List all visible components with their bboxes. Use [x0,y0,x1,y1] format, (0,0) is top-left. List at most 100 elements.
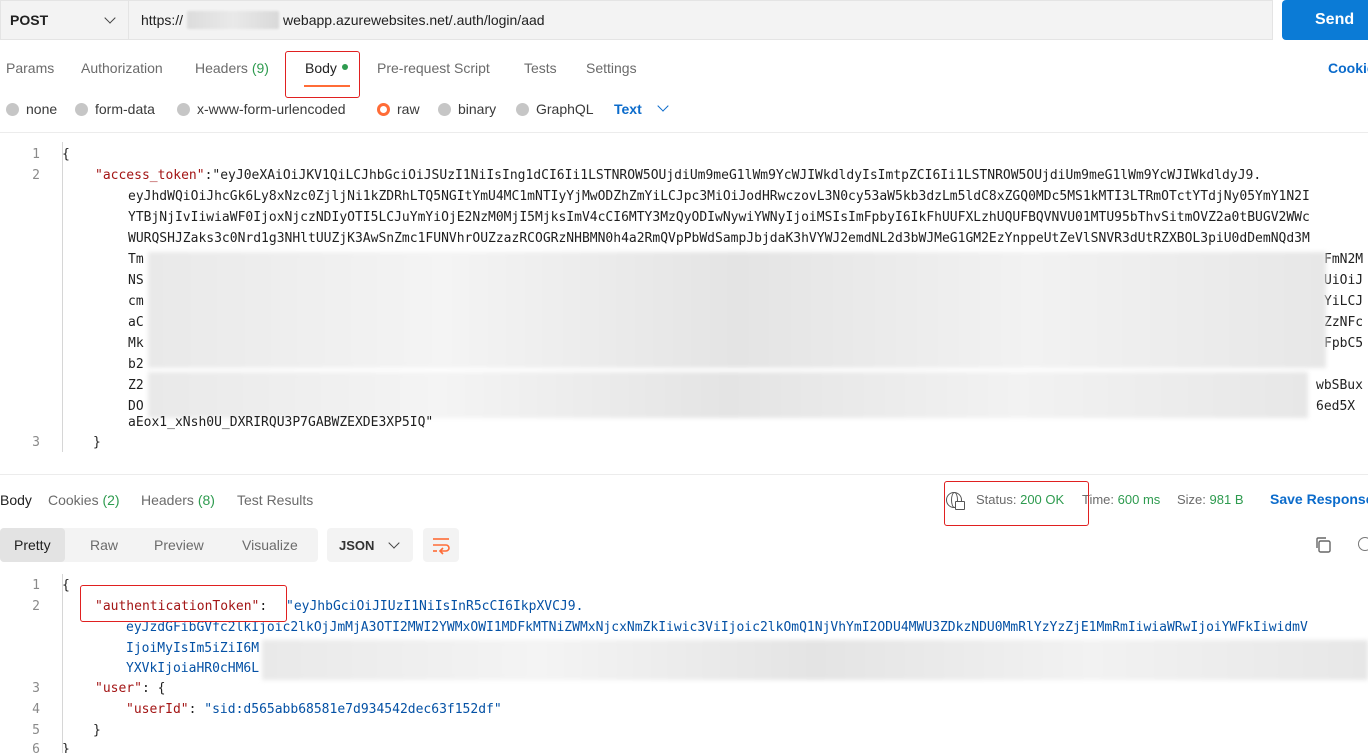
token-line: YTBjNjIvIiwiaWF0IjoxNjczNDIyOTI5LCJuYmYi… [128,210,1310,225]
radio-form-data-label: form-data [95,101,155,117]
authentication-token-value-start: "eyJhbGciOiJIUzI1NiIsInR5cCI6IkpXVCJ9. [286,599,584,614]
resp-tab-cookies-label: Cookies [48,492,99,508]
access-token-key: "access_token" [95,168,205,183]
send-button[interactable]: Send [1282,0,1368,40]
tab-headers[interactable]: Headers (9) [195,60,269,76]
user-id-key: "userId" [126,702,189,717]
tab-authorization[interactable]: Authorization [81,60,163,76]
resp-headers-count: (8) [197,492,215,508]
token-line-suffix: FmN2M [1324,252,1364,267]
tab-tests[interactable]: Tests [524,60,557,76]
line-number: 1 [32,578,40,593]
token-line-suffix: UiOiJ [1324,273,1364,288]
method-select[interactable]: POST [0,0,128,40]
token-line-prefix: NS [128,273,144,288]
response-format-dropdown[interactable]: JSON [327,528,413,562]
editor-gutter [62,574,63,753]
tab-pre-request-script[interactable]: Pre-request Script [377,60,490,76]
line-number: 3 [32,681,40,696]
token-line-prefix: cm [128,294,144,309]
body-mode-options: none form-data x-www-form-urlencoded raw… [0,96,1368,122]
url-input[interactable]: https:// webapp.azurewebsites.net/.auth/… [128,0,1273,40]
raw-type-label: Text [614,101,642,117]
response-format-label: JSON [339,537,375,553]
active-tab-underline [304,85,350,87]
radio-circle [177,102,190,116]
token-line: eyJzdGFibGVfc2lkIjoic2lkOjJmMjA3OTI2MWI2… [126,620,1308,635]
cookies-count: (2) [102,492,120,508]
time-value: 600 ms [1117,492,1161,507]
tab-params[interactable]: Params [6,60,54,76]
line-number: 2 [32,599,40,614]
divider [0,132,1368,133]
resp-tab-cookies[interactable]: Cookies (2) [48,492,120,508]
tab-settings[interactable]: Settings [586,60,637,76]
resp-tab-test-results[interactable]: Test Results [237,492,313,508]
url-suffix: webapp.azurewebsites.net/.auth/login/aad [283,12,545,28]
radio-none[interactable]: none [6,101,57,117]
token-line-prefix: DO [128,399,144,414]
redacted-region [148,252,1326,368]
status: Status: 200 OK [976,492,1064,507]
radio-form-data[interactable]: form-data [75,101,155,117]
wrap-lines-icon [433,538,450,555]
line-number: 6 [32,742,40,753]
status-label: Status: [976,492,1017,507]
token-line-prefix: Z2 [128,378,144,393]
radio-graphql-label: GraphQL [536,101,594,117]
token-line-suffix: ZzNFc [1324,315,1364,330]
request-token-line: "access_token":"eyJ0eXAiOiJKV1QiLCJhbGci… [95,168,1261,183]
radio-binary[interactable]: binary [438,101,496,117]
save-response-button[interactable]: Save Response [1270,491,1368,507]
headers-count: (9) [251,60,269,76]
line-number: 3 [32,435,40,450]
radio-raw-label: raw [397,101,420,117]
user-close: } [93,723,101,738]
auth-token-line: "authenticationToken": [95,599,275,614]
radio-graphql[interactable]: GraphQL [516,101,594,117]
url-bar: POST https:// webapp.azurewebsites.net/.… [0,0,1368,42]
chevron-down-icon [104,12,116,24]
size-value: 981 B [1209,492,1244,507]
radio-circle [75,102,88,116]
user-id-line: "userId": "sid:d565abb68581e7d934542dec6… [126,702,502,717]
globe-lock-icon[interactable] [946,492,965,510]
line-number: 5 [32,723,40,738]
line-number: 1 [32,147,40,162]
time-label: Time: [1082,492,1115,507]
view-preview[interactable]: Preview [154,528,204,562]
status-value: 200 OK [1020,492,1065,507]
tab-body-label: Body [305,60,337,76]
radio-urlencoded[interactable]: x-www-form-urlencoded [177,101,346,117]
wrap-lines-button[interactable] [423,528,459,562]
token-line-suffix: FpbC5 [1324,336,1364,351]
response-tabs: Body Cookies (2) Headers (8) Test Result… [0,488,1368,514]
request-tabs: Params Authorization Headers (9) Body Pr… [0,54,1368,87]
radio-circle [438,102,451,116]
url-prefix: https:// [141,12,184,28]
redacted-region [148,372,1308,418]
view-pretty[interactable]: Pretty [0,528,65,562]
tab-headers-label: Headers [195,60,248,76]
token-line: aEox1_xNsh0U_DXRIRQU3P7GABWZEXDE3XP5IQ" [128,415,434,430]
radio-none-label: none [26,101,58,117]
token-line-prefix: aC [128,315,144,330]
cookies-link[interactable]: Cookies [1328,60,1368,76]
token-line-suffix: YiLCJ [1324,294,1364,309]
radio-raw[interactable]: raw [377,101,420,117]
user-id-value: "sid:d565abb68581e7d934542dec63f152df" [204,702,502,717]
search-icon[interactable] [1358,537,1368,551]
raw-type-dropdown[interactable]: Text [614,100,669,117]
view-raw[interactable]: Raw [90,528,118,562]
resp-tab-body[interactable]: Body [0,492,32,508]
chevron-down-icon [657,100,669,112]
token-line-suffix: wbSBux [1316,378,1363,393]
copy-icon[interactable] [1314,536,1332,554]
resp-tab-headers[interactable]: Headers (8) [141,492,215,508]
time: Time: 600 ms [1082,492,1160,507]
tab-body[interactable]: Body [305,60,348,76]
radio-urlencoded-label: x-www-form-urlencoded [197,101,346,117]
view-visualize[interactable]: Visualize [242,528,298,562]
resp-tab-headers-label: Headers [141,492,194,508]
token-line-prefix: Mk [128,336,144,351]
